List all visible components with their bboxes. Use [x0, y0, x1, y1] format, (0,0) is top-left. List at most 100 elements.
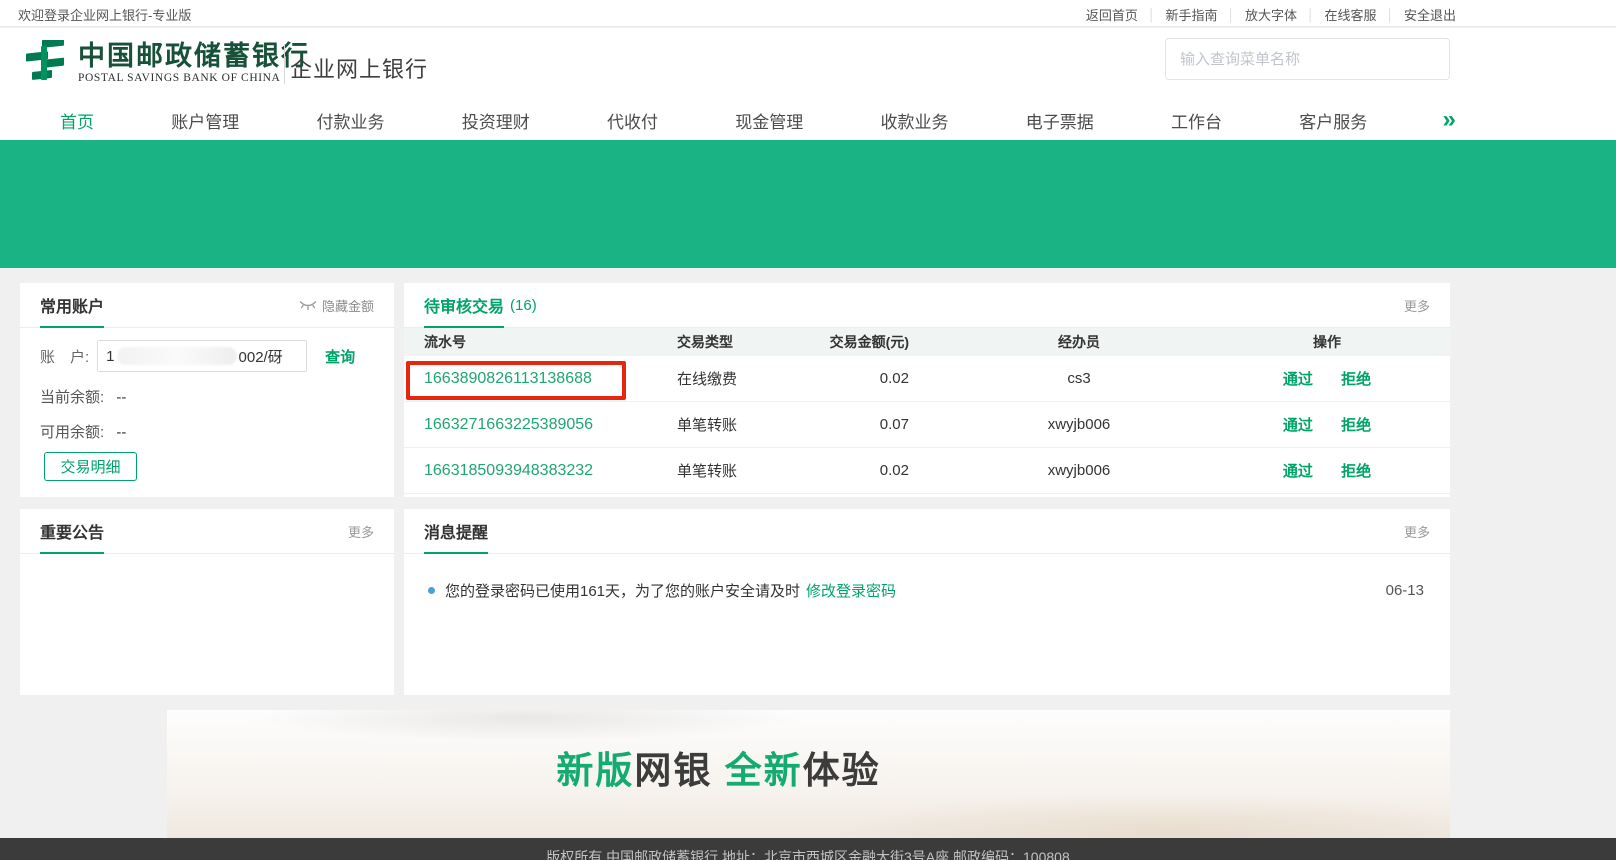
change-password-link[interactable]: 修改登录密码 — [806, 580, 896, 601]
promo-part-1: 新版 — [556, 750, 634, 791]
tab-investment[interactable]: 投资理财 — [460, 104, 532, 137]
account-label: 账 户: — [40, 346, 89, 367]
bank-name-en: POSTAL SAVINGS BANK OF CHINA — [78, 72, 310, 84]
pending-panel-title: 待审核交易 — [424, 283, 504, 327]
footer: 版权所有 中国邮政储蓄银行 地址：北京市西城区金融大街3号A座 邮政编码：100… — [0, 838, 1616, 860]
accounts-panel-head: 常用账户 隐藏金额 — [20, 283, 394, 328]
col-amount: 交易金额(元) — [829, 332, 954, 352]
serial-link[interactable]: 1663890826113138688 — [424, 370, 592, 387]
account-select[interactable]: 1 002/砑 — [97, 340, 307, 372]
account-prefix: 1 — [106, 348, 114, 365]
col-action: 操作 — [1204, 332, 1450, 352]
table-row: 1663271663225389056 单笔转账 0.07 xwyjb006 通… — [404, 402, 1450, 448]
available-balance-line: 可用余额: -- — [20, 421, 394, 442]
main-nav: 首页 账户管理 付款业务 投资理财 代收付 现金管理 收款业务 电子票据 工作台… — [0, 100, 1616, 140]
message-more-link[interactable]: 更多 — [1404, 522, 1430, 541]
serial-link[interactable]: 1663185093948383232 — [424, 462, 593, 479]
table-header: 流水号 交易类型 交易金额(元) 经办员 操作 — [404, 328, 1450, 356]
transaction-operator: cs3 — [954, 370, 1204, 387]
user-banner: 一级审核员 企业网银测试客1 您好, 预留信息 : 上次登录 : 2020-06… — [0, 140, 1616, 268]
eye-closed-icon — [299, 299, 317, 311]
pending-more-link[interactable]: 更多 — [1404, 296, 1430, 315]
tab-cash-management[interactable]: 现金管理 — [733, 104, 805, 137]
menu-search-input[interactable] — [1165, 38, 1450, 80]
col-operator: 经办员 — [954, 332, 1204, 352]
product-name: 企业网上银行 — [290, 52, 428, 84]
table-row: 1663890826113138688 在线缴费 0.02 cs3 通过 拒绝 — [404, 356, 1450, 402]
notice-panel-title: 重要公告 — [40, 509, 104, 553]
reject-link[interactable]: 拒绝 — [1341, 417, 1371, 434]
col-serial: 流水号 — [404, 332, 659, 352]
available-balance-label: 可用余额: — [40, 424, 104, 441]
tab-home[interactable]: 首页 — [58, 104, 96, 137]
psbc-logo-icon — [22, 40, 68, 84]
divider: │ — [1386, 8, 1394, 22]
message-panel-head: 消息提醒 更多 — [404, 509, 1450, 554]
col-type: 交易类型 — [659, 332, 829, 352]
account-suffix: 002/砑 — [239, 346, 283, 367]
tab-customer-service[interactable]: 客户服务 — [1297, 104, 1369, 137]
page-root: 欢迎登录企业网上银行-专业版 返回首页 │ 新手指南 │ 放大字体 │ 在线客服 │ 安… — [0, 0, 1616, 860]
serial-link[interactable]: 1663271663225389056 — [424, 416, 593, 433]
current-balance-line: 当前余额: -- — [20, 386, 394, 407]
link-online-service[interactable]: 在线客服 — [1324, 5, 1376, 24]
tab-account-management[interactable]: 账户管理 — [169, 104, 241, 137]
promo-text: 新版网银 全新体验 — [167, 740, 1270, 794]
approve-link[interactable]: 通过 — [1283, 417, 1313, 434]
divider: │ — [1227, 8, 1235, 22]
transaction-amount: 0.07 — [829, 416, 954, 433]
promo-part-3: 全新 — [725, 750, 803, 791]
bullet-icon — [428, 587, 435, 594]
pending-count-badge: (16) — [510, 297, 537, 314]
divider: │ — [1148, 8, 1156, 22]
welcome-text: 欢迎登录企业网上银行-专业版 — [18, 5, 191, 24]
tab-workbench[interactable]: 工作台 — [1169, 104, 1224, 137]
topbar-links: 返回首页 │ 新手指南 │ 放大字体 │ 在线客服 │ 安全退出 — [1086, 5, 1456, 24]
header: 中国邮政储蓄银行 POSTAL SAVINGS BANK OF CHINA 企业… — [0, 28, 1616, 100]
transaction-amount: 0.02 — [829, 370, 954, 387]
notice-more-link[interactable]: 更多 — [348, 522, 374, 541]
bank-name-cn: 中国邮政储蓄银行 — [78, 41, 310, 71]
account-query-link[interactable]: 查询 — [325, 346, 355, 367]
transaction-operator: xwyjb006 — [954, 462, 1204, 479]
current-balance-label: 当前余额: — [40, 389, 104, 406]
account-row: 账 户: 1 002/砑 查询 — [20, 328, 394, 372]
approve-link[interactable]: 通过 — [1283, 371, 1313, 388]
link-enlarge-font[interactable]: 放大字体 — [1245, 5, 1297, 24]
promo-banner[interactable]: 新版网银 全新体验 — [167, 710, 1450, 838]
transaction-type: 单笔转账 — [659, 414, 829, 435]
promo-part-2: 网银 — [634, 750, 712, 791]
tab-collection-payment[interactable]: 代收付 — [605, 104, 660, 137]
link-beginner-guide[interactable]: 新手指南 — [1165, 5, 1217, 24]
tab-receivables[interactable]: 收款业务 — [879, 104, 951, 137]
logo-divider — [284, 44, 285, 84]
promo-part-4: 体验 — [803, 750, 881, 791]
message-panel-title: 消息提醒 — [424, 509, 488, 553]
transaction-type: 在线缴费 — [659, 368, 829, 389]
topbar: 欢迎登录企业网上银行-专业版 返回首页 │ 新手指南 │ 放大字体 │ 在线客服 │ 安… — [0, 0, 1616, 27]
tab-e-bills[interactable]: 电子票据 — [1024, 104, 1096, 137]
approve-link[interactable]: 通过 — [1283, 463, 1313, 480]
table-row: 1663185093948383232 单笔转账 0.02 xwyjb006 通… — [404, 448, 1450, 494]
pending-panel-head: 待审核交易 (16) 更多 — [404, 283, 1450, 328]
hide-amount-toggle[interactable]: 隐藏金额 — [299, 296, 374, 315]
transaction-detail-button[interactable]: 交易明细 — [44, 452, 137, 481]
message-text: 您的登录密码已使用161天，为了您的账户安全请及时 — [445, 580, 800, 601]
notice-panel-head: 重要公告 更多 — [20, 509, 394, 554]
important-notice-panel: 重要公告 更多 — [20, 509, 394, 695]
message-date: 06-13 — [1386, 582, 1424, 599]
link-safe-logout[interactable]: 安全退出 — [1404, 5, 1456, 24]
transaction-amount: 0.02 — [829, 462, 954, 479]
divider: │ — [1307, 8, 1315, 22]
hide-amount-label: 隐藏金额 — [322, 296, 374, 315]
copyright-text: 版权所有 中国邮政储蓄银行 地址：北京市西城区金融大街3号A座 邮政编码：100… — [0, 844, 1616, 860]
accounts-panel-title: 常用账户 — [40, 283, 104, 327]
reject-link[interactable]: 拒绝 — [1341, 371, 1371, 388]
bank-logo: 中国邮政储蓄银行 POSTAL SAVINGS BANK OF CHINA — [22, 40, 310, 84]
available-balance-value: -- — [116, 424, 126, 441]
tab-payment[interactable]: 付款业务 — [315, 104, 387, 137]
nav-more-chevrons-icon[interactable]: » — [1443, 110, 1454, 130]
reject-link[interactable]: 拒绝 — [1341, 463, 1371, 480]
transaction-operator: xwyjb006 — [954, 416, 1204, 433]
link-home[interactable]: 返回首页 — [1086, 5, 1138, 24]
